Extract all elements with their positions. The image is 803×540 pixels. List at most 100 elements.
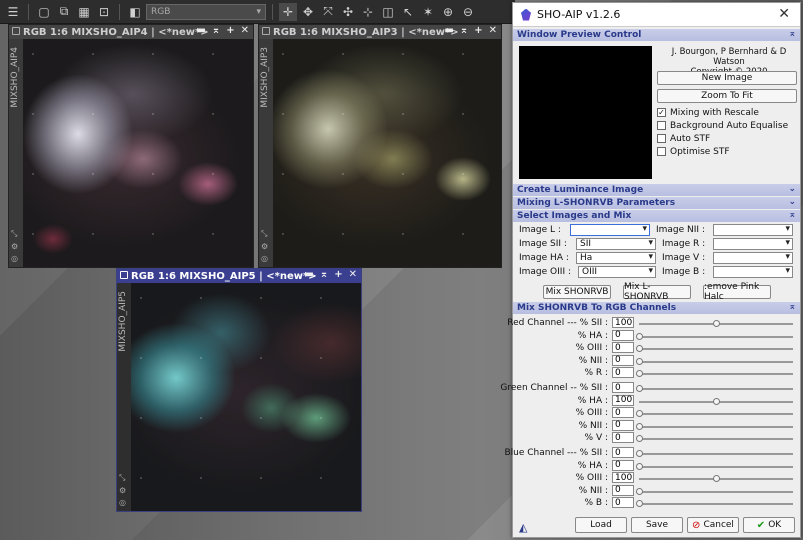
expand-icon[interactable]: ⌄ xyxy=(788,184,796,194)
green-percent-input[interactable]: 0 xyxy=(612,432,634,443)
blue-percent-input[interactable]: 0 xyxy=(612,497,634,508)
minimize-icon[interactable]: ▬ xyxy=(304,269,313,283)
window-side-tab[interactable]: MIXSHO_AIP3 ⤡ ⚙ ◎ xyxy=(259,39,273,267)
checkbox-box[interactable] xyxy=(657,121,666,130)
target-icon[interactable]: ◎ xyxy=(119,498,126,507)
green-percent-slider[interactable] xyxy=(636,435,793,442)
cancel-button[interactable]: ⊘ Cancel xyxy=(687,517,739,533)
settings-icon[interactable]: ⚙ xyxy=(11,242,18,251)
slider-knob[interactable] xyxy=(636,500,643,507)
ok-button[interactable]: ✔ OK xyxy=(743,517,795,533)
minimize-icon[interactable]: ▬ xyxy=(196,25,205,39)
mask-icon[interactable]: ◧ xyxy=(126,3,144,21)
background-equalise-checkbox[interactable]: Background Auto Equalise xyxy=(657,119,788,132)
green-percent-input[interactable]: 0 xyxy=(612,407,634,418)
green-percent-input[interactable]: 0 xyxy=(612,419,634,431)
target-icon[interactable]: ◎ xyxy=(11,254,18,263)
blue-percent-slider[interactable] xyxy=(639,475,793,482)
collapse-icon[interactable]: ⌅ xyxy=(788,210,796,220)
checkbox-box[interactable]: ✓ xyxy=(657,108,666,117)
settings-icon[interactable]: ⚙ xyxy=(119,486,126,495)
slider-knob[interactable] xyxy=(636,332,643,340)
red-percent-input[interactable]: 0 xyxy=(612,354,634,366)
readout-icon[interactable]: ✛ xyxy=(279,2,297,21)
dialog-titlebar[interactable]: SHO-AIP v1.2.6 xyxy=(513,3,800,27)
slider-knob[interactable] xyxy=(713,397,720,405)
slider-knob[interactable] xyxy=(636,450,643,457)
crosshair-icon[interactable]: ⊹ xyxy=(359,3,377,21)
red-percent-input[interactable]: 0 xyxy=(612,367,634,378)
slider-knob[interactable] xyxy=(636,385,643,392)
slider-knob[interactable] xyxy=(636,462,643,470)
collapse-icon[interactable]: ⌅ xyxy=(788,302,796,312)
image-b-combo[interactable] xyxy=(713,266,793,278)
image-nii-combo[interactable] xyxy=(713,224,793,236)
menu-icon[interactable]: ☰ xyxy=(4,3,22,21)
zoom-in-icon[interactable]: ⊕ xyxy=(439,3,457,21)
pin-icon[interactable] xyxy=(12,27,20,35)
red-percent-slider[interactable] xyxy=(639,320,793,327)
pan-icon[interactable]: ✣ xyxy=(339,3,357,21)
shade-icon[interactable]: ⌅ xyxy=(460,25,468,39)
load-button[interactable]: Load xyxy=(575,517,627,533)
resize-icon[interactable]: ⤡ xyxy=(261,229,268,239)
remove-pink-halo-button[interactable]: :emove Pink Halc xyxy=(703,282,771,302)
slider-knob[interactable] xyxy=(636,345,643,352)
red-percent-slider[interactable] xyxy=(636,345,793,352)
image-r-combo[interactable] xyxy=(713,238,793,250)
section-mixing-header[interactable]: Mixing L-SHONRVB Parameters ⌄ xyxy=(513,197,800,209)
settings-icon[interactable]: ⚙ xyxy=(261,242,268,251)
pin-icon[interactable] xyxy=(120,271,128,279)
collapse-icon[interactable]: ⌅ xyxy=(788,29,796,39)
zoom-to-fit-button[interactable]: Zoom To Fit xyxy=(657,89,797,103)
image-canvas[interactable] xyxy=(131,283,361,511)
maximize-icon[interactable]: + xyxy=(226,25,234,39)
window-titlebar[interactable]: RGB 1:6 MIXSHO_AIP3 | <*new*> ▬ ⌅ + ✕ xyxy=(259,25,501,39)
blue-percent-slider[interactable] xyxy=(636,487,793,495)
blue-percent-input[interactable]: 0 xyxy=(612,447,634,458)
green-percent-input[interactable]: 0 xyxy=(612,382,634,393)
slider-knob[interactable] xyxy=(636,410,643,417)
green-percent-slider[interactable] xyxy=(639,397,793,405)
preview-panel[interactable] xyxy=(519,46,652,179)
red-percent-input[interactable]: 0 xyxy=(612,329,634,341)
star-icon[interactable]: ✶ xyxy=(419,3,437,21)
optimise-stf-checkbox[interactable]: Optimise STF xyxy=(657,145,788,158)
new-instance-icon[interactable]: ◭ xyxy=(519,521,527,534)
image-l-combo[interactable] xyxy=(570,224,650,236)
zoom-out-icon[interactable]: ⊖ xyxy=(459,3,477,21)
red-percent-slider[interactable] xyxy=(636,357,793,365)
close-icon[interactable]: ✕ xyxy=(349,269,357,283)
image-window-aip3[interactable]: RGB 1:6 MIXSHO_AIP3 | <*new*> ▬ ⌅ + ✕ MI… xyxy=(258,24,502,268)
image-ha-combo[interactable]: Ha xyxy=(576,252,656,264)
maximize-icon[interactable]: + xyxy=(334,269,342,283)
slider-knob[interactable] xyxy=(636,422,643,430)
image-sii-combo[interactable]: SII xyxy=(576,238,656,250)
slider-knob[interactable] xyxy=(636,357,643,365)
maximize-icon[interactable]: + xyxy=(474,25,482,39)
window-side-tab[interactable]: MIXSHO_AIP5 ⤡ ⚙ ◎ xyxy=(117,283,131,511)
target-icon[interactable]: ◎ xyxy=(261,254,268,263)
checkbox-box[interactable] xyxy=(657,147,666,156)
close-icon[interactable]: ✕ xyxy=(489,25,497,39)
blue-percent-slider[interactable] xyxy=(636,462,793,470)
green-percent-slider[interactable] xyxy=(636,385,793,392)
checkbox-box[interactable] xyxy=(657,134,666,143)
image-v-combo[interactable] xyxy=(713,252,793,264)
expand-icon[interactable]: ⌄ xyxy=(788,197,796,207)
image-canvas[interactable] xyxy=(23,39,253,267)
section-channels-header[interactable]: Mix SHONRVB To RGB Channels ⌅ xyxy=(513,302,800,314)
green-percent-input[interactable]: 100 xyxy=(612,394,634,406)
green-percent-slider[interactable] xyxy=(636,422,793,430)
slider-knob[interactable] xyxy=(713,320,720,327)
pointer-icon[interactable]: ↖ xyxy=(399,3,417,21)
blue-percent-input[interactable]: 100 xyxy=(612,472,634,483)
new-image-button[interactable]: New Image xyxy=(657,71,797,85)
mix-lshonrvb-button[interactable]: Mix L-SHONRVB xyxy=(623,282,691,302)
section-luminance-header[interactable]: Create Luminance Image ⌄ xyxy=(513,184,800,196)
close-icon[interactable]: ✕ xyxy=(241,25,249,39)
section-select-header[interactable]: Select Images and Mix ⌅ xyxy=(513,210,800,222)
image-canvas[interactable] xyxy=(273,39,501,267)
resize-icon[interactable]: ⤡ xyxy=(11,229,18,239)
close-icon[interactable]: ✕ xyxy=(778,6,790,22)
